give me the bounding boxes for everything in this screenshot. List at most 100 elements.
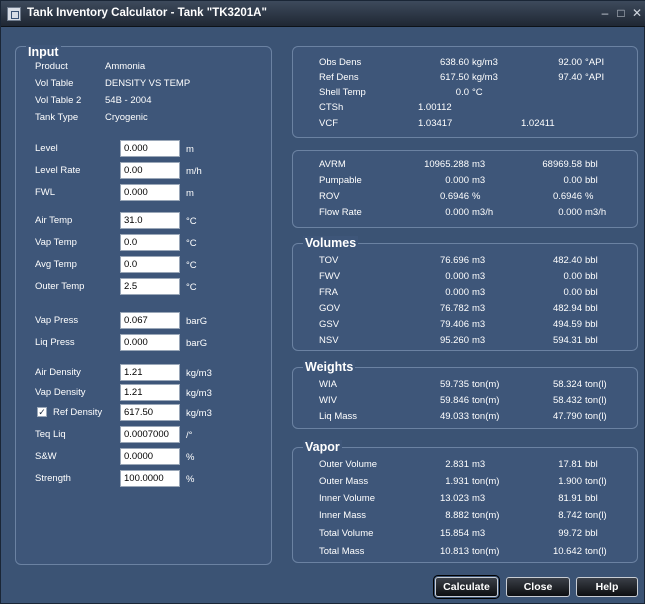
liq-press-input[interactable]: 0.000: [120, 334, 180, 351]
volumes-heading: Volumes: [303, 236, 359, 250]
outer-mass-value: 1.931: [445, 476, 469, 487]
window-title: Tank Inventory Calculator - Tank "TK3201…: [27, 7, 267, 19]
shell-temp-unit: °C: [472, 87, 483, 98]
nsv-value: 95.260: [439, 335, 469, 346]
fwv-value: 0.000: [445, 271, 469, 282]
inner-mass-value: 8.882: [445, 510, 469, 521]
inner-mass-value2: 8.742: [558, 510, 582, 521]
outer-temp-label: Outer Temp: [35, 281, 85, 292]
tov-value2: 482.40: [552, 255, 582, 266]
minimize-icon[interactable]: –: [597, 5, 613, 21]
vcf-label: VCF: [319, 118, 338, 129]
vap-temp-input[interactable]: 0.0: [120, 234, 180, 251]
vap-press-label: Vap Press: [35, 315, 79, 326]
close-button[interactable]: Close: [506, 577, 570, 597]
rov-value2: 0.6946: [552, 191, 582, 202]
inner-volume-value2: 81.91: [558, 493, 582, 504]
fwl-unit: m: [186, 188, 194, 199]
teq-liq-input[interactable]: 0.0007000: [120, 426, 180, 443]
avg-temp-unit: °C: [186, 260, 197, 271]
vcf-value: 1.03417: [418, 118, 453, 129]
ref-dens-api-value: 97.40: [558, 72, 582, 83]
avrm-unit2: bbl: [585, 159, 598, 170]
vap-density-unit: kg/m3: [186, 388, 212, 399]
obs-dens-api-unit: °API: [585, 57, 605, 68]
level-rate-unit: m/h: [186, 166, 202, 177]
vol-table2-value: 54B - 2004: [105, 95, 152, 106]
air-temp-input[interactable]: 31.0: [120, 212, 180, 229]
maximize-icon[interactable]: □: [613, 5, 629, 21]
liq-mass-label: Liq Mass: [319, 411, 358, 422]
wia-unit: ton(m): [472, 379, 500, 390]
fra-unit: m3: [472, 287, 486, 298]
vap-press-unit: barG: [186, 316, 208, 327]
ref-dens-value: 617.50: [439, 72, 469, 83]
product-value: Ammonia: [105, 61, 146, 72]
level-rate-input[interactable]: 0.00: [120, 162, 180, 179]
outer-temp-input[interactable]: 2.5: [120, 278, 180, 295]
tank-type-label: Tank Type: [35, 112, 79, 123]
sw-label: S&W: [35, 451, 57, 462]
input-heading: Input: [26, 45, 61, 59]
vol-table-label: Vol Table: [35, 78, 74, 89]
air-density-input[interactable]: 1.21: [120, 364, 180, 381]
strength-input[interactable]: 100.0000: [120, 470, 180, 487]
gov-unit2: bbl: [585, 303, 598, 314]
outer-volume-label: Outer Volume: [319, 459, 378, 470]
ctsh-label: CTSh: [319, 102, 344, 113]
teq-liq-unit: /°: [186, 430, 193, 441]
outer-mass-unit: ton(m): [472, 476, 500, 487]
fwv-unit: m3: [472, 271, 486, 282]
liq-mass-unit2: ton(l): [585, 411, 607, 422]
gsv-unit: m3: [472, 319, 486, 330]
ref-dens-label: Ref Dens: [319, 72, 359, 83]
title-bar[interactable]: Tank Inventory Calculator - Tank "TK3201…: [1, 1, 645, 27]
fra-value2: 0.00: [563, 287, 583, 298]
rov-unit2: %: [585, 191, 594, 202]
inner-mass-unit2: ton(l): [585, 510, 607, 521]
gov-value: 76.782: [439, 303, 469, 314]
fwl-label: FWL: [35, 187, 56, 198]
gsv-label: GSV: [319, 319, 340, 330]
vap-temp-unit: °C: [186, 238, 197, 249]
outer-volume-unit2: bbl: [585, 459, 598, 470]
vap-density-input[interactable]: 1.21: [120, 384, 180, 401]
vcf-value2: 1.02411: [521, 118, 555, 129]
liq-mass-value2: 47.790: [552, 411, 582, 422]
outer-mass-value2: 1.900: [558, 476, 582, 487]
level-input[interactable]: 0.000: [120, 140, 180, 157]
calculate-button[interactable]: Calculate: [433, 575, 500, 599]
level-label: Level: [35, 143, 58, 154]
vap-press-input[interactable]: 0.067: [120, 312, 180, 329]
flow-rate-value: 0.000: [445, 207, 469, 218]
sw-input[interactable]: 0.0000: [120, 448, 180, 465]
flow-rate-unit2: m3/h: [585, 207, 607, 218]
outer-mass-label: Outer Mass: [319, 476, 369, 487]
gsv-value: 79.406: [439, 319, 469, 330]
avg-temp-label: Avg Temp: [35, 259, 77, 270]
tov-label: TOV: [319, 255, 339, 266]
outer-volume-value2: 17.81: [558, 459, 582, 470]
wiv-value2: 58.432: [552, 395, 582, 406]
vap-temp-label: Vap Temp: [35, 237, 77, 248]
obs-dens-api-value: 92.00: [558, 57, 582, 68]
pumpable-value: 0.000: [445, 175, 469, 186]
gov-label: GOV: [319, 303, 341, 314]
pumpable-value2: 0.00: [563, 175, 583, 186]
gsv-unit2: bbl: [585, 319, 598, 330]
pumpable-label: Pumpable: [319, 175, 362, 186]
total-volume-label: Total Volume: [319, 528, 374, 539]
ref-density-checkbox[interactable]: ✓: [37, 407, 47, 417]
nsv-unit2: bbl: [585, 335, 598, 346]
fwv-value2: 0.00: [563, 271, 583, 282]
close-icon[interactable]: ✕: [629, 5, 645, 21]
liq-press-unit: barG: [186, 338, 208, 349]
avg-temp-input[interactable]: 0.0: [120, 256, 180, 273]
ref-dens-unit: kg/m3: [472, 72, 498, 83]
ref-density-input[interactable]: 617.50: [120, 404, 180, 421]
liq-mass-unit: ton(m): [472, 411, 500, 422]
help-button[interactable]: Help: [576, 577, 638, 597]
fwl-input[interactable]: 0.000: [120, 184, 180, 201]
sw-unit: %: [186, 452, 195, 463]
air-temp-label: Air Temp: [35, 215, 73, 226]
